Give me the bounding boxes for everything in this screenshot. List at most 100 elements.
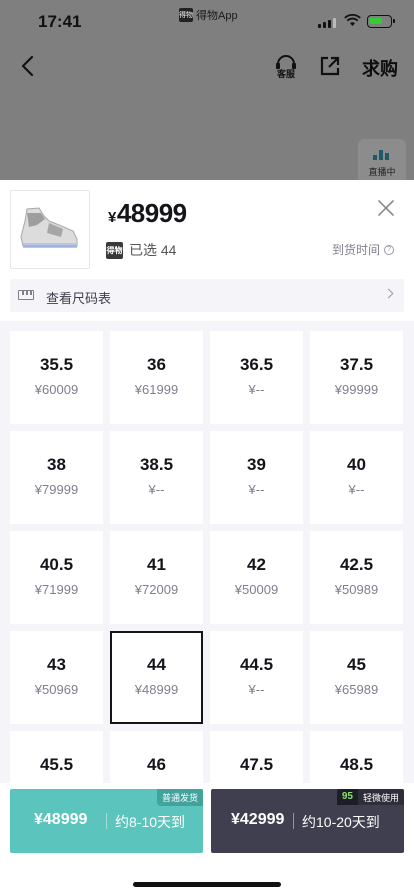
want-buy-button[interactable]: 求购 xyxy=(362,55,398,81)
size-option[interactable]: 39 ¥-- xyxy=(210,431,303,524)
size-price: ¥-- xyxy=(248,482,265,497)
size-price: ¥48999 xyxy=(134,682,179,697)
size-option[interactable]: 35.5 ¥60009 xyxy=(10,331,103,424)
arrival-time-label: 到货时间 xyxy=(332,243,381,257)
size-price: ¥99999 xyxy=(334,382,379,397)
size-value: 43 xyxy=(47,655,66,674)
chevron-right-icon xyxy=(383,288,394,299)
size-price: ¥50989 xyxy=(334,582,379,597)
size-option[interactable]: 45 ¥65989 xyxy=(310,631,403,724)
used-condition-tag: 95 轻微使用 xyxy=(336,789,404,805)
home-indicator xyxy=(133,882,281,887)
size-price: ¥61999 xyxy=(134,382,179,397)
size-value: 40 xyxy=(347,455,366,474)
used-price: ¥42999 xyxy=(231,811,285,828)
signal-icon xyxy=(318,16,336,28)
size-price: ¥79999 xyxy=(34,482,79,497)
size-option[interactable]: 44 ¥48999 xyxy=(110,631,203,724)
battery-icon xyxy=(367,15,395,28)
size-value: 37.5 xyxy=(339,355,374,374)
size-option[interactable]: 48.5 xyxy=(310,731,403,783)
size-price: ¥-- xyxy=(248,382,265,397)
size-price: ¥50969 xyxy=(34,682,79,697)
arrival-time[interactable]: 到货时间 ? xyxy=(332,241,395,258)
size-option[interactable]: 40 ¥-- xyxy=(310,431,403,524)
size-option[interactable]: 45.5 xyxy=(10,731,103,783)
dewu-badge-icon: 得物 xyxy=(106,241,123,259)
size-option[interactable]: 36.5 ¥-- xyxy=(210,331,303,424)
size-value: 41 xyxy=(147,555,166,574)
live-label: 直播中 xyxy=(368,167,396,177)
size-option[interactable]: 40.5 ¥71999 xyxy=(10,531,103,624)
normal-delivery-days: 约8-10天到 xyxy=(115,814,186,830)
size-selection-sheet: ¥48999 得物 已选 44 到货时间 ? 查看尺码表 35.5 ¥60009 3… xyxy=(0,180,414,896)
size-price: ¥65989 xyxy=(334,682,379,697)
size-option[interactable]: 38.5 ¥-- xyxy=(110,431,203,524)
close-icon[interactable] xyxy=(376,198,396,218)
size-value: 42.5 xyxy=(339,555,374,574)
info-icon: ? xyxy=(384,244,395,255)
size-value: 38 xyxy=(47,455,66,474)
used-delivery-days: 约10-20天到 xyxy=(302,814,380,830)
product-image xyxy=(10,190,90,269)
app-logo-icon: 得物 xyxy=(179,8,193,22)
customer-service-icon[interactable]: 客服 xyxy=(274,53,298,79)
wifi-icon xyxy=(344,14,361,26)
size-value: 44.5 xyxy=(239,655,274,674)
ruler-icon xyxy=(18,290,34,300)
size-value: 47.5 xyxy=(239,755,274,774)
size-option[interactable]: 42.5 ¥50989 xyxy=(310,531,403,624)
size-value: 45 xyxy=(347,655,366,674)
share-icon[interactable] xyxy=(318,54,342,78)
button-divider xyxy=(106,813,107,829)
size-option[interactable]: 44.5 ¥-- xyxy=(210,631,303,724)
size-value: 39 xyxy=(247,455,266,474)
size-price: ¥-- xyxy=(348,482,365,497)
size-option[interactable]: 46 xyxy=(110,731,203,783)
size-value: 42 xyxy=(247,555,266,574)
app-name: 得物App xyxy=(196,10,238,22)
size-option[interactable]: 42 ¥50009 xyxy=(210,531,303,624)
size-price: ¥50009 xyxy=(234,582,279,597)
size-option[interactable]: 43 ¥50969 xyxy=(10,631,103,724)
normal-shipping-tag: 普通发货 xyxy=(156,789,203,806)
size-price: ¥72009 xyxy=(134,582,179,597)
live-bars-icon xyxy=(373,150,391,160)
normal-price: ¥48999 xyxy=(34,811,88,828)
size-option[interactable]: 38 ¥79999 xyxy=(10,431,103,524)
size-price: ¥60009 xyxy=(34,382,79,397)
selected-size-summary: 得物 已选 44 xyxy=(106,240,176,260)
app-indicator: 得物 得物App xyxy=(179,7,238,23)
condition-grade: 95 xyxy=(336,789,358,805)
selected-size-text: 已选 44 xyxy=(129,242,177,258)
size-chart-label: 查看尺码表 xyxy=(46,291,112,306)
size-value: 46 xyxy=(147,755,166,774)
button-divider xyxy=(293,813,294,829)
status-bar: 17:41 得物 得物App xyxy=(0,0,414,44)
size-value: 38.5 xyxy=(139,455,174,474)
size-option[interactable]: 41 ¥72009 xyxy=(110,531,203,624)
size-price: ¥71999 xyxy=(34,582,79,597)
status-time: 17:41 xyxy=(38,12,82,31)
buy-used-button[interactable]: ¥42999 约10-20天到 95 轻微使用 xyxy=(211,789,404,853)
size-value: 40.5 xyxy=(39,555,74,574)
size-value: 45.5 xyxy=(39,755,74,774)
service-label: 客服 xyxy=(276,68,296,79)
selected-price: ¥48999 xyxy=(108,198,187,228)
size-option[interactable]: 37.5 ¥99999 xyxy=(310,331,403,424)
size-price: ¥-- xyxy=(148,482,165,497)
size-value: 35.5 xyxy=(39,355,74,374)
size-chart-link[interactable]: 查看尺码表 xyxy=(10,279,404,312)
live-streaming-button[interactable]: 直播中 xyxy=(358,139,406,181)
back-icon[interactable] xyxy=(18,54,38,78)
size-option[interactable]: 36 ¥61999 xyxy=(110,331,203,424)
size-price: ¥-- xyxy=(248,682,265,697)
size-value: 44 xyxy=(147,655,166,674)
size-grid: 35.5 ¥60009 36 ¥61999 36.5 ¥-- 37.5 ¥99999 38 ¥79… xyxy=(0,321,414,783)
size-value: 36 xyxy=(147,355,166,374)
size-value: 48.5 xyxy=(339,755,374,774)
top-nav: 客服 求购 xyxy=(0,44,414,90)
size-value: 36.5 xyxy=(239,355,274,374)
size-option[interactable]: 47.5 xyxy=(210,731,303,783)
buy-normal-shipping-button[interactable]: ¥48999 约8-10天到 普通发货 xyxy=(10,789,203,853)
